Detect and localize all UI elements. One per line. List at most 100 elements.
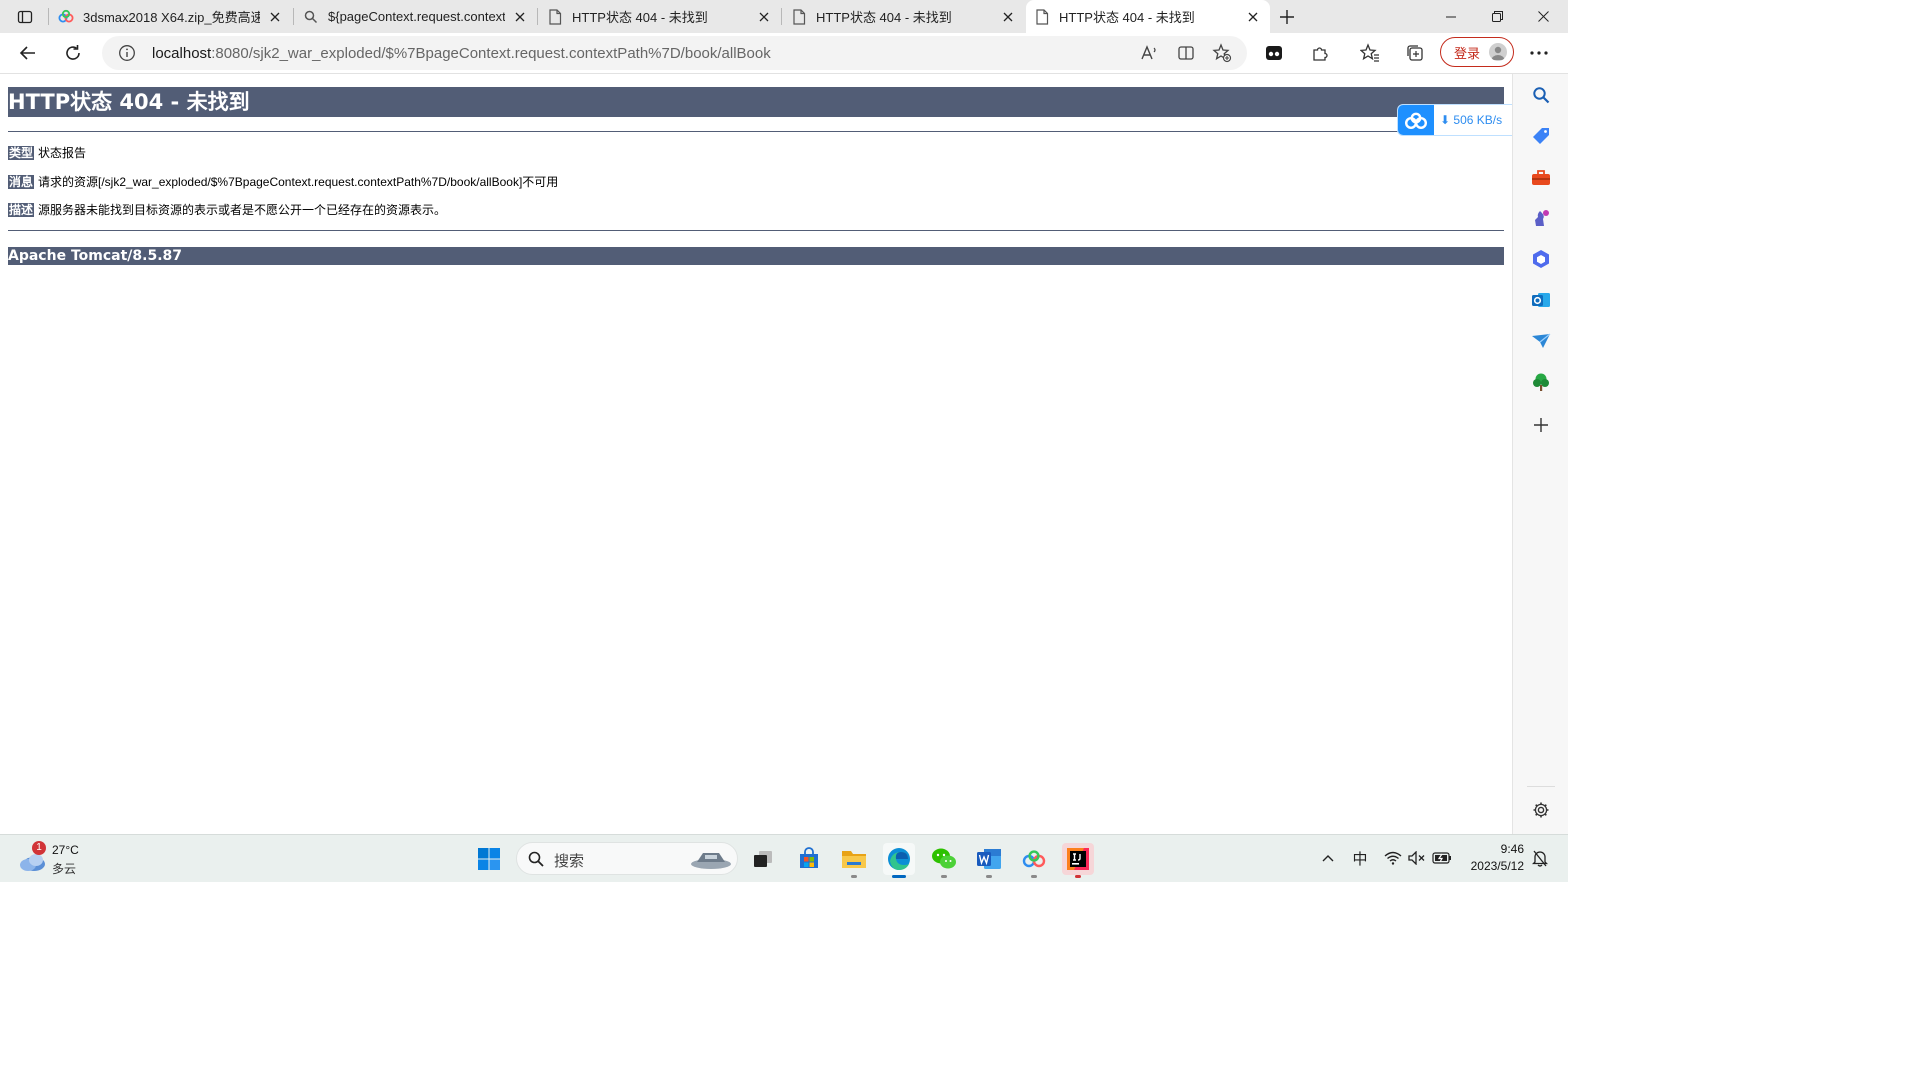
search-icon — [528, 851, 544, 867]
tab-actions-icon — [17, 10, 33, 24]
extension-app-icon — [1266, 46, 1282, 60]
baidu-netdisk-button[interactable] — [1018, 843, 1050, 878]
message-value: 请求的资源[/sjk2_war_exploded/$%7BpageContext… — [38, 175, 559, 189]
extension-button[interactable] — [1263, 42, 1285, 64]
wechat-button[interactable] — [928, 843, 960, 878]
volume-button[interactable] — [1407, 848, 1427, 868]
page-content: HTTP状态 404 - 未找到 类型 状态报告 消息 请求的资源[/sjk2_wa… — [0, 74, 1512, 834]
wechat-icon — [932, 848, 956, 869]
edge-browser-button[interactable] — [883, 843, 915, 878]
close-icon — [1248, 12, 1258, 21]
sidebar-search-button[interactable] — [1530, 84, 1552, 106]
tab-close-button[interactable] — [266, 8, 284, 26]
sidebar-tools-button[interactable] — [1530, 166, 1552, 188]
refresh-button[interactable] — [59, 39, 87, 67]
url-path: :8080/sjk2_war_exploded/$%7BpageContext.… — [211, 45, 771, 62]
tab-separator — [537, 8, 538, 25]
search-icon — [1533, 87, 1550, 104]
tab-title: 3dsmax2018 X64.zip_免费高速下 — [83, 10, 260, 25]
tab-close-button[interactable] — [999, 8, 1017, 26]
login-button[interactable]: 登录 — [1440, 37, 1514, 67]
minimize-button[interactable] — [1428, 0, 1474, 33]
sidebar-outlook-button[interactable] — [1530, 289, 1552, 311]
close-icon — [1003, 12, 1013, 21]
new-tab-button[interactable] — [1276, 6, 1298, 28]
server-footer: Apache Tomcat/8.5.87 — [8, 247, 1504, 265]
extensions-button[interactable] — [1309, 42, 1331, 64]
favorites-button[interactable] — [1359, 42, 1381, 64]
site-info-icon[interactable] — [118, 44, 136, 62]
tab-404-1[interactable]: HTTP状态 404 - 未找到 — [539, 0, 781, 33]
download-speed-value: 506 KB/s — [1453, 113, 1503, 127]
search-icon — [303, 9, 319, 25]
edge-sidebar — [1512, 74, 1568, 834]
collections-button[interactable] — [1404, 42, 1426, 64]
running-indicator — [986, 875, 992, 878]
split-screen-button[interactable] — [1176, 43, 1196, 63]
notification-button[interactable] — [1530, 848, 1550, 868]
file-explorer-button[interactable] — [838, 843, 870, 878]
address-bar[interactable]: localhost:8080/sjk2_war_exploded/$%7Bpag… — [102, 36, 1247, 70]
sidebar-send-button[interactable] — [1530, 330, 1552, 352]
sidebar-tree-button[interactable] — [1530, 371, 1552, 393]
battery-button[interactable] — [1432, 848, 1452, 868]
baidu-netdisk-icon — [1398, 105, 1434, 135]
tab-actions-button[interactable] — [10, 6, 40, 28]
split-screen-icon — [1178, 46, 1194, 60]
notification-bell-icon — [1532, 850, 1548, 867]
star-add-icon — [1212, 43, 1232, 63]
tab-separator — [48, 8, 49, 25]
show-hidden-icons-button[interactable] — [1318, 848, 1338, 868]
message-row: 消息 请求的资源[/sjk2_war_exploded/$%7BpageConte… — [8, 174, 558, 191]
netdisk-speed-widget[interactable]: ⬇ 506 KB/s — [1397, 104, 1527, 136]
sidebar-add-button[interactable] — [1530, 414, 1552, 436]
type-row: 类型 状态报告 — [8, 145, 86, 162]
ms-store-button[interactable] — [793, 843, 825, 875]
close-window-button[interactable] — [1520, 0, 1566, 33]
tab-separator — [293, 8, 294, 25]
taskbar-search[interactable]: 搜索 — [516, 842, 738, 875]
tab-404-2[interactable]: HTTP状态 404 - 未找到 — [783, 0, 1025, 33]
url-text[interactable]: localhost:8080/sjk2_war_exploded/$%7Bpag… — [152, 45, 771, 62]
tab-close-button[interactable] — [1244, 8, 1262, 26]
baidu-netdisk-icon — [58, 9, 74, 25]
sidebar-office-button[interactable] — [1530, 248, 1552, 270]
edge-icon — [888, 848, 910, 870]
wifi-button[interactable] — [1383, 848, 1403, 868]
back-button[interactable] — [14, 39, 42, 67]
ime-indicator[interactable]: 中 — [1350, 848, 1370, 868]
avatar-icon — [1489, 43, 1507, 61]
divider — [8, 131, 1504, 132]
add-favorite-button[interactable] — [1212, 43, 1232, 63]
weather-widget[interactable]: 1 27°C 多云 — [18, 841, 98, 877]
restore-button[interactable] — [1474, 0, 1520, 33]
sidebar-shopping-button[interactable] — [1530, 125, 1552, 147]
battery-charging-icon — [1432, 852, 1451, 864]
read-aloud-button[interactable] — [1139, 43, 1159, 63]
sidebar-settings-button[interactable] — [1530, 799, 1552, 821]
tab-close-button[interactable] — [755, 8, 773, 26]
tab-close-button[interactable] — [511, 8, 529, 26]
gear-icon — [1533, 802, 1549, 818]
word-button[interactable] — [973, 843, 1005, 878]
settings-more-button[interactable] — [1528, 42, 1550, 64]
chevron-up-icon — [1322, 855, 1334, 862]
page-icon — [547, 8, 563, 25]
start-button[interactable] — [473, 843, 505, 875]
windows-logo-icon — [478, 848, 500, 870]
description-label: 描述 — [8, 203, 35, 217]
task-view-button[interactable] — [747, 843, 779, 875]
login-label: 登录 — [1454, 45, 1481, 61]
tab-search[interactable]: ${pageContext.request.contextPa — [295, 0, 537, 33]
running-indicator — [1075, 875, 1081, 878]
intellij-idea-button[interactable] — [1062, 843, 1094, 878]
tab-404-active[interactable]: HTTP状态 404 - 未找到 — [1026, 0, 1270, 33]
close-icon — [759, 12, 769, 21]
sidebar-games-button[interactable] — [1530, 207, 1552, 229]
tree-icon — [1533, 373, 1549, 391]
running-indicator — [892, 875, 906, 878]
taskbar-clock[interactable]: 9:46 2023/5/12 — [1460, 841, 1524, 875]
folder-icon — [842, 851, 866, 868]
type-value: 状态报告 — [38, 146, 87, 160]
tab-baidu-netdisk[interactable]: 3dsmax2018 X64.zip_免费高速下 — [50, 0, 292, 33]
